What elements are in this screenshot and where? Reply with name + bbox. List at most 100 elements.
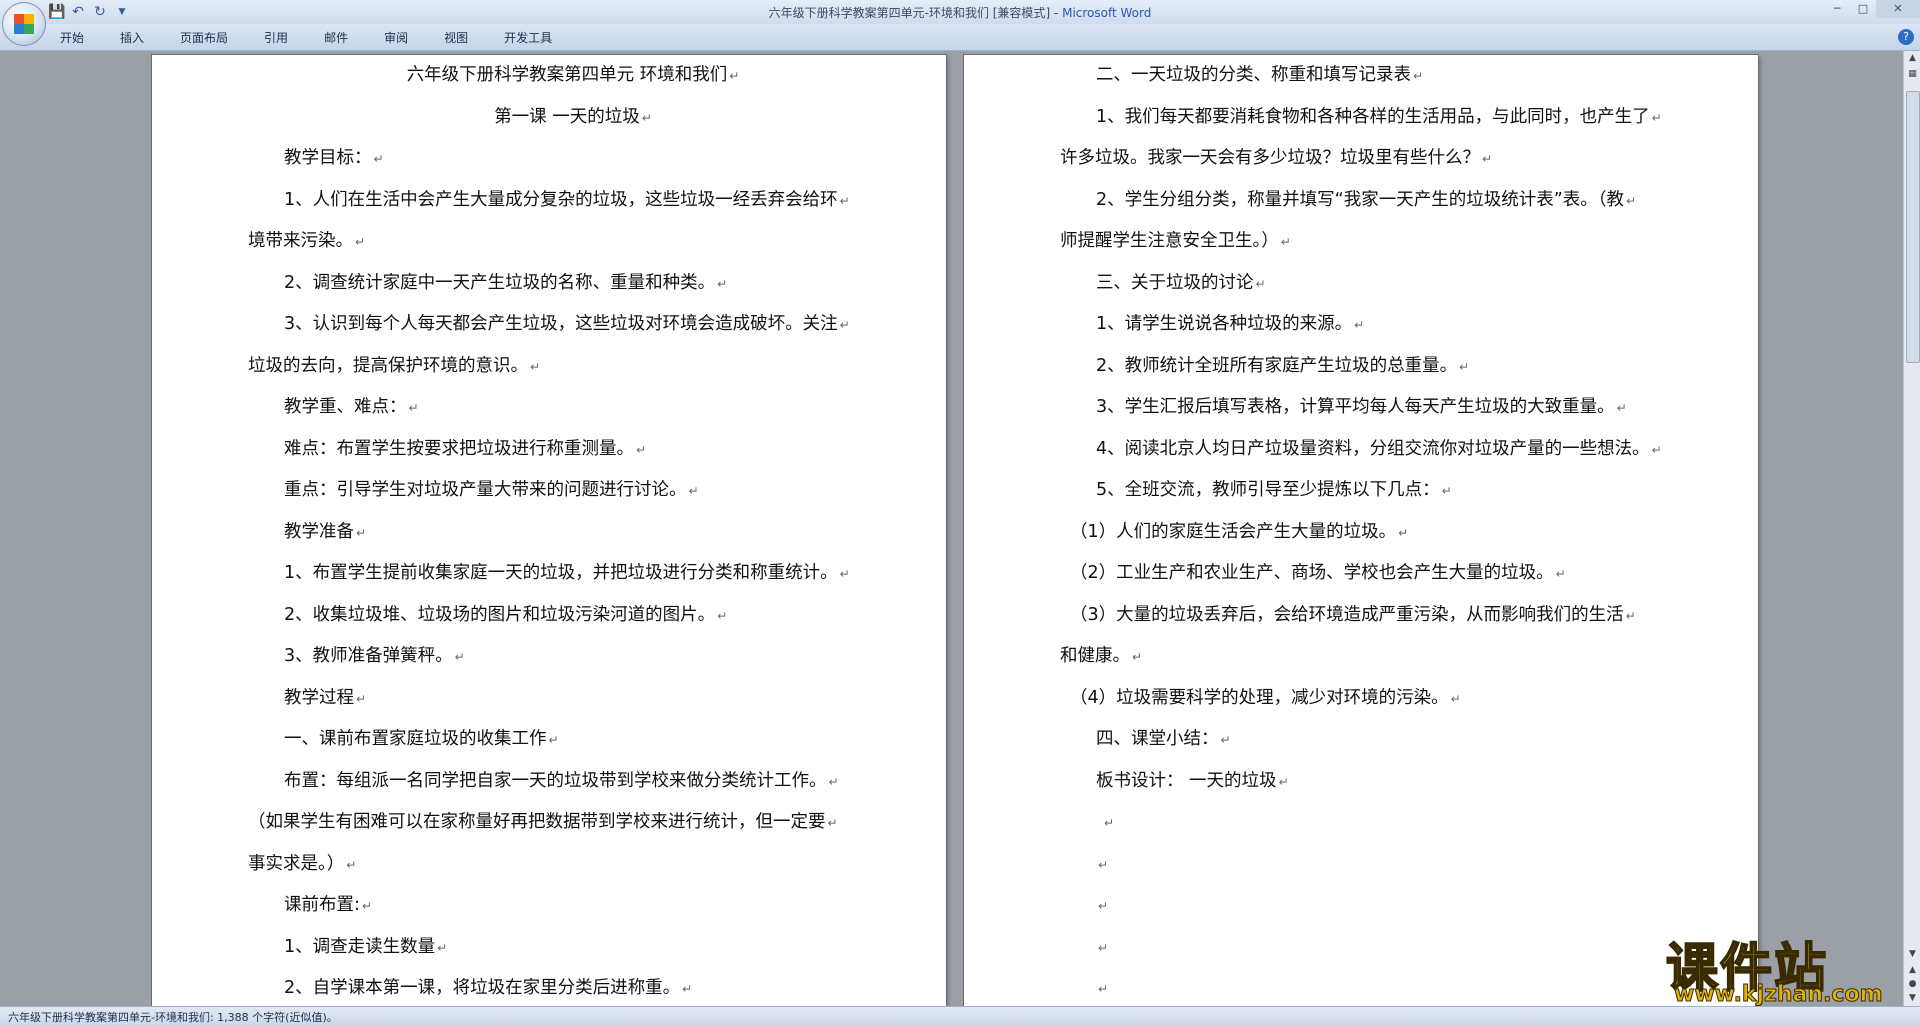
paragraph-line: ↵ xyxy=(1060,802,1710,844)
paragraph-line: 垃圾的去向，提高保护环境的意识。 ↵ xyxy=(248,346,898,388)
paragraph-mark-icon: ↵ xyxy=(1098,940,1109,955)
office-logo-icon xyxy=(14,14,34,34)
paragraph-line: 六年级下册科学教案第四单元 环境和我们 ↵ xyxy=(248,55,898,97)
help-icon[interactable]: ? xyxy=(1898,29,1914,45)
paragraph-text: 四、课堂小结： xyxy=(1096,729,1219,749)
next-page-icon[interactable]: ▼ xyxy=(1905,991,1920,1006)
paragraph-mark-icon: ↵ xyxy=(1482,152,1493,166)
paragraph-text: 3、认识到每个人每天都会产生垃圾，这些垃圾对环境会造成破坏。关注 xyxy=(284,314,838,334)
close-icon[interactable]: ✕ xyxy=(1876,0,1920,18)
ruler-toggle-icon[interactable]: ▦ xyxy=(1905,67,1920,82)
paragraph-line: 1、请学生说说各种垃圾的来源。 ↵ xyxy=(1060,304,1710,346)
paragraph-line: 一、课前布置家庭垃圾的收集工作 ↵ xyxy=(248,719,898,761)
paragraph-mark-icon: ↵ xyxy=(1441,484,1452,498)
document-page-right[interactable]: 二、一天垃圾的分类、称重和填写记录表 ↵ 1、我们每天都要消耗食物和各种各样的生活用… xyxy=(964,55,1758,1006)
paragraph-line: 2、调查统计家庭中一天产生垃圾的名称、重量和种类。 ↵ xyxy=(248,263,898,305)
paragraph-text: 2、收集垃圾堆、垃圾场的图片和垃圾污染河道的图片。 xyxy=(284,604,716,625)
ribbon-tab[interactable]: 审阅 xyxy=(384,29,422,46)
paragraph-text: （1）人们的家庭生活会产生大量的垃圾。 xyxy=(1070,521,1397,542)
paragraph-line: 教学过程 ↵ xyxy=(248,678,898,720)
paragraph-text: 教学准备 xyxy=(284,521,354,542)
paragraph-line: 事实求是。） ↵ xyxy=(248,844,898,886)
scroll-up-icon[interactable]: ▲ xyxy=(1905,51,1920,66)
paragraph-line: 1、调查走读生数量 ↵ xyxy=(248,927,898,969)
ribbon-tabs: 开始 插入 页面布局 引用 邮件 审阅 视图 开发工具 xyxy=(60,29,588,46)
paragraph-line: 3、认识到每个人每天都会产生垃圾，这些垃圾对环境会造成破坏。关注 ↵ xyxy=(248,304,898,346)
office-button[interactable] xyxy=(2,2,46,46)
paragraph-text: 2、自学课本第一课，将垃圾在家里分类后进称重。 xyxy=(284,978,681,998)
paragraph-mark-icon: ↵ xyxy=(1626,193,1637,208)
previous-page-icon[interactable]: ▲ xyxy=(1905,963,1920,978)
paragraph-mark-icon: ↵ xyxy=(1616,401,1627,415)
paragraph-text: 事实求是。） xyxy=(248,853,345,874)
paragraph-line: 和健康。 ↵ xyxy=(1060,636,1710,678)
paragraph-mark-icon: ↵ xyxy=(1098,857,1109,872)
paragraph-text: 5、全班交流，教师引导至少提炼以下几点： xyxy=(1096,480,1440,500)
paragraph-mark-icon: ↵ xyxy=(688,484,699,498)
paragraph-line: 难点：布置学生按要求把垃圾进行称重测量。 ↵ xyxy=(248,429,898,471)
paragraph-text: （如果学生有困难可以在家称量好再把数据带到学校来进行统计，但一定要 xyxy=(248,812,826,832)
paragraph-line: 2、学生分组分类，称量并填写“我家一天产生的垃圾统计表”表。（教 ↵ xyxy=(1060,180,1710,222)
paragraph-mark-icon: ↵ xyxy=(346,857,357,872)
paragraph-mark-icon: ↵ xyxy=(1104,816,1115,830)
ribbon-tab[interactable]: 邮件 xyxy=(324,29,362,46)
paragraph-line: 布置：每组派一名同学把自家一天的垃圾带到学校来做分类统计工作。 ↵ xyxy=(248,761,898,803)
paragraph-text: 4、阅读北京人均日产垃圾量资料，分组交流你对垃圾产量的一些想法。 xyxy=(1096,438,1650,459)
paragraph-line: 三、关于垃圾的讨论 ↵ xyxy=(1060,263,1710,305)
ribbon-tab[interactable]: 开始 xyxy=(60,29,98,46)
document-page-left[interactable]: 六年级下册科学教案第四单元 环境和我们 ↵ 第一课 一天的垃圾 ↵ 教学目标： ↵ 1、人们… xyxy=(152,55,946,1006)
paragraph-text: （4）垃圾需要科学的处理，减少对环境的污染。 xyxy=(1070,687,1449,708)
paragraph-line: 第一课 一天的垃圾 ↵ xyxy=(248,97,898,139)
paragraph-mark-icon: ↵ xyxy=(1220,733,1231,747)
paragraph-line: 3、学生汇报后填写表格，计算平均每人每天产生垃圾的大致重量。 ↵ xyxy=(1060,387,1710,429)
status-bar: 六年级下册科学教案第四单元-环境和我们: 1,388 个字符(近似值)。 xyxy=(0,1006,1920,1026)
window-controls: ─ □ ✕ xyxy=(1824,0,1920,20)
ribbon-tab[interactable]: 开发工具 xyxy=(504,29,566,46)
paragraph-line: ↵ xyxy=(1060,844,1710,886)
paragraph-mark-icon: ↵ xyxy=(361,899,372,913)
paragraph-text: 二、一天垃圾的分类、称重和填写记录表 xyxy=(1096,65,1411,85)
paragraph-mark-icon: ↵ xyxy=(1255,276,1266,291)
scrollbar-thumb[interactable] xyxy=(1906,91,1920,363)
paragraph-line: 二、一天垃圾的分类、称重和填写记录表 ↵ xyxy=(1060,55,1710,97)
paragraph-mark-icon: ↵ xyxy=(1413,69,1424,83)
paragraph-mark-icon: ↵ xyxy=(839,567,850,581)
paragraph-line: 2、自学课本第一课，将垃圾在家里分类后进称重。 ↵ xyxy=(248,968,898,1006)
maximize-icon[interactable]: □ xyxy=(1850,0,1876,18)
paragraph-mark-icon: ↵ xyxy=(828,774,839,789)
paragraph-line: 教学重、难点： ↵ xyxy=(248,387,898,429)
ribbon-tab[interactable]: 页面布局 xyxy=(180,29,242,46)
vertical-scrollbar[interactable]: ▲ ▦ ▼ ▲ ● ▼ xyxy=(1903,51,1920,1006)
scroll-down-icon[interactable]: ▼ xyxy=(1905,947,1920,962)
watermark-url: www.kjzhan.com xyxy=(1674,982,1884,1008)
window-title: 六年级下册科学教案第四单元-环境和我们 [兼容模式] - Microsoft W… xyxy=(0,4,1920,21)
paragraph-mark-icon: ↵ xyxy=(1625,608,1636,623)
paragraph-mark-icon: ↵ xyxy=(729,69,740,83)
paragraph-text: 2、学生分组分类，称量并填写“我家一天产生的垃圾统计表”表。（教 xyxy=(1096,189,1625,210)
paragraph-text: 境带来污染。 xyxy=(248,231,353,251)
ribbon-tab[interactable]: 插入 xyxy=(120,29,158,46)
paragraph-line: （1）人们的家庭生活会产生大量的垃圾。 ↵ xyxy=(1060,512,1710,554)
paragraph-mark-icon: ↵ xyxy=(1651,110,1662,125)
paragraph-line: 2、收集垃圾堆、垃圾场的图片和垃圾污染河道的图片。 ↵ xyxy=(248,595,898,637)
minimize-icon[interactable]: ─ xyxy=(1824,0,1850,18)
paragraph-mark-icon: ↵ xyxy=(408,401,419,415)
title-bar: 💾 ↶ ↻ ▼ 六年级下册科学教案第四单元-环境和我们 [兼容模式] - Mic… xyxy=(0,0,1920,24)
paragraph-line: 四、课堂小结： ↵ xyxy=(1060,719,1710,761)
paragraph-text: 一、课前布置家庭垃圾的收集工作 xyxy=(284,729,547,749)
ribbon-tab[interactable]: 视图 xyxy=(444,29,482,46)
paragraph-text: 教学目标： xyxy=(284,148,372,168)
paragraph-text: （2）工业生产和农业生产、商场、学校也会产生大量的垃圾。 xyxy=(1070,563,1554,583)
paragraph-mark-icon: ↵ xyxy=(1354,318,1365,332)
select-browse-object-icon[interactable]: ● xyxy=(1905,977,1920,992)
paragraph-mark-icon: ↵ xyxy=(636,442,647,457)
paragraph-text: 2、教师统计全班所有家庭产生垃圾的总重量。 xyxy=(1096,355,1458,376)
page-left-text: 六年级下册科学教案第四单元 环境和我们 ↵ 第一课 一天的垃圾 ↵ 教学目标： ↵ 1、人们… xyxy=(248,55,898,1006)
document-area[interactable]: 六年级下册科学教案第四单元 环境和我们 ↵ 第一课 一天的垃圾 ↵ 教学目标： ↵ 1、人们… xyxy=(0,51,1903,1006)
paragraph-mark-icon: ↵ xyxy=(355,235,366,249)
ribbon-tab[interactable]: 引用 xyxy=(264,29,302,46)
paragraph-mark-icon: ↵ xyxy=(827,816,838,830)
paragraph-mark-icon: ↵ xyxy=(641,110,652,125)
paragraph-line: 4、阅读北京人均日产垃圾量资料，分组交流你对垃圾产量的一些想法。 ↵ xyxy=(1060,429,1710,471)
paragraph-mark-icon: ↵ xyxy=(1651,442,1662,457)
